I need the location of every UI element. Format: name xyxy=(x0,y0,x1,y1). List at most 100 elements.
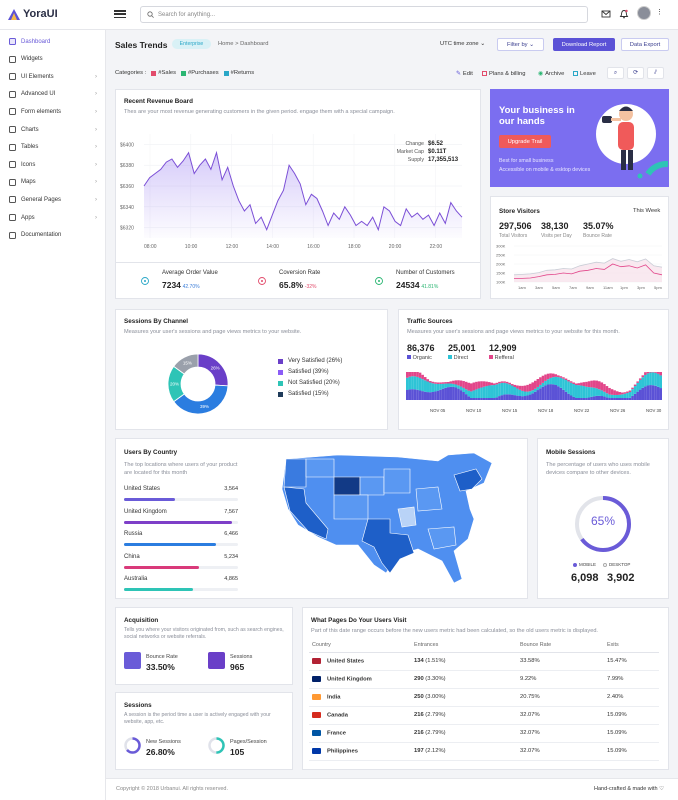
bar-chart-icon xyxy=(208,652,225,669)
filter-button[interactable]: Filter by ⌄ xyxy=(497,38,544,51)
sidebar-item-label: Dashboard xyxy=(21,38,51,45)
menu-item-icon xyxy=(9,126,16,133)
bar-organic xyxy=(431,391,435,400)
sidebar-item-advanced-ui[interactable]: Advanced UI › xyxy=(0,86,105,103)
data-export-button[interactable]: Data Export xyxy=(621,38,669,51)
bar-refferal xyxy=(418,372,422,378)
archive-button[interactable]: ◉ Archive xyxy=(538,69,564,78)
sidebar-item-documentation[interactable]: Documentation xyxy=(0,227,105,244)
bar-refferal xyxy=(485,381,488,387)
y-tick-label: 300K xyxy=(496,244,506,249)
country-name: United Kingdom xyxy=(124,508,167,515)
mail-icon[interactable] xyxy=(601,9,611,19)
avatar[interactable] xyxy=(637,6,651,20)
category-tag[interactable]: #Sales xyxy=(151,70,176,76)
hamburger-menu-icon[interactable] xyxy=(114,8,126,20)
country-flag-icon xyxy=(312,711,321,718)
plan-badge: Enterprise xyxy=(172,39,211,49)
plans-billing-button[interactable]: Plans & billing xyxy=(482,69,525,78)
desktop-legend: DESKTOP xyxy=(603,562,630,567)
channel-donut: 26% 39% 20% 15% xyxy=(167,353,229,415)
bar-organic xyxy=(534,391,537,400)
y-tick-label: $6380 xyxy=(120,163,134,169)
table-row[interactable]: Canada 216 (2.79%) 32.07% 15.09% xyxy=(309,706,659,725)
upgrade-trial-button[interactable]: Upgrade Trail xyxy=(499,135,551,148)
bar-organic xyxy=(413,389,417,400)
bar-refferal xyxy=(477,381,481,389)
x-tick-label: NOV 30 xyxy=(646,408,662,413)
bar-refferal xyxy=(636,381,639,383)
search-box[interactable]: Search for anything... xyxy=(140,6,588,23)
bar-refferal xyxy=(562,377,565,379)
chevron-right-icon: › xyxy=(95,73,97,80)
download-report-button[interactable]: Download Report xyxy=(553,38,615,51)
bar-refferal xyxy=(449,381,453,384)
chevron-right-icon: › xyxy=(95,108,97,115)
bar-direct xyxy=(636,382,639,392)
visitors-period[interactable]: This Week xyxy=(633,208,660,214)
timezone-select[interactable]: UTC time zone ⌄ xyxy=(440,41,485,47)
metric-label: Coversion Rate xyxy=(279,270,321,276)
bar-organic xyxy=(621,398,624,400)
slice-label: 15% xyxy=(183,361,192,366)
sidebar-item-form-elements[interactable]: Form elements › xyxy=(0,103,105,120)
bar-direct xyxy=(649,372,652,386)
bar-direct xyxy=(592,387,596,397)
sidebar-item-ui-elements[interactable]: UI Elements › xyxy=(0,68,105,85)
search-input[interactable]: Search for anything... xyxy=(158,12,215,18)
leave-button[interactable]: Leave xyxy=(573,69,596,78)
bar-organic xyxy=(470,398,473,400)
sidebar-item-charts[interactable]: Charts › xyxy=(0,121,105,138)
bar-direct xyxy=(526,391,529,396)
table-row[interactable]: United States 134 (1.51%) 33.58% 15.47% xyxy=(309,652,659,671)
bar-refferal xyxy=(603,384,606,392)
bar-organic xyxy=(551,384,555,400)
sidebar-item-dashboard[interactable]: Dashboard xyxy=(0,33,105,50)
table-row[interactable]: United Kingdom 290 (3.30%) 9.22% 7.99% xyxy=(309,670,659,689)
table-row[interactable]: Philippines 197 (2.12%) 32.07% 15.09% xyxy=(309,742,659,761)
bar-direct xyxy=(487,385,491,398)
bar-organic xyxy=(654,385,657,400)
edit-button[interactable]: ✎ Edit xyxy=(456,69,473,78)
bar-organic xyxy=(564,391,568,400)
breadcrumb[interactable]: Home > Dashboard xyxy=(218,41,268,47)
more-icon[interactable]: ⋮ xyxy=(656,8,663,16)
revenue-title: Recent Revenue Board xyxy=(124,98,193,105)
bell-icon[interactable] xyxy=(619,9,629,19)
bar-direct xyxy=(439,383,442,390)
sidebar-item-widgets[interactable]: Widgets xyxy=(0,51,105,68)
bar-direct xyxy=(510,385,514,395)
bar-refferal xyxy=(528,383,532,392)
sidebar-item-tables[interactable]: Tables › xyxy=(0,139,105,156)
sidebar-item-general-pages[interactable]: General Pages › xyxy=(0,191,105,208)
table-row[interactable]: France 216 (2.79%) 32.07% 15.09% xyxy=(309,724,659,743)
category-tag[interactable]: #Returns xyxy=(223,70,254,76)
bar-refferal xyxy=(572,382,575,385)
bar-direct xyxy=(549,377,552,385)
x-tick-label: 3pm xyxy=(637,285,645,290)
table-row[interactable]: India 250 (3.00%) 20.75% 2.40% xyxy=(309,688,659,707)
chart-icon: ⫽ xyxy=(654,69,657,76)
sidebar-item-apps[interactable]: Apps › xyxy=(0,209,105,226)
bar-direct xyxy=(569,382,573,396)
bar-direct xyxy=(421,379,424,392)
refresh-button[interactable]: ⟳ xyxy=(627,67,644,79)
sidebar-item-icons[interactable]: Icons › xyxy=(0,156,105,173)
bar-direct xyxy=(472,390,476,398)
bar-refferal xyxy=(656,372,660,374)
bar-organic xyxy=(590,396,593,400)
brand-logo[interactable]: YoraUI xyxy=(8,8,58,20)
search-tool-button[interactable]: ⌕ xyxy=(607,67,624,79)
x-tick-label: 12:00 xyxy=(226,244,239,250)
category-tag[interactable]: #Purchases xyxy=(181,70,219,76)
chart-tool-button[interactable]: ⫽ xyxy=(647,67,664,79)
sidebar-item-maps[interactable]: Maps › xyxy=(0,174,105,191)
x-tick-label: 08:00 xyxy=(144,244,157,250)
bar-direct xyxy=(557,377,560,387)
bar-refferal xyxy=(646,372,650,374)
bar-refferal xyxy=(508,382,511,385)
bar-organic xyxy=(526,395,529,400)
bar-refferal xyxy=(638,378,642,380)
bar-direct xyxy=(554,376,558,386)
country-name: Russia xyxy=(124,531,143,537)
